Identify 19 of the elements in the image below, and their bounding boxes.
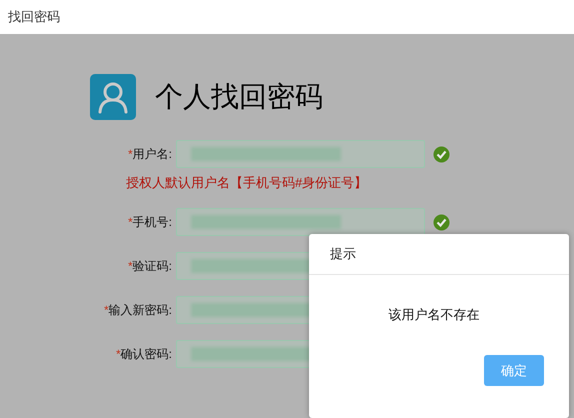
input-field[interactable] — [176, 208, 425, 236]
page-heading: 个人找回密码 — [155, 80, 323, 114]
input-field[interactable] — [176, 140, 425, 168]
required-mark: * — [128, 258, 133, 272]
required-mark: * — [116, 346, 121, 360]
field-label: 用户名: — [132, 146, 172, 160]
required-mark: * — [128, 214, 133, 228]
hint-text: 授权人默认用户名【手机号码#身份证号】 — [125, 174, 368, 192]
field-label: 手机号: — [132, 214, 172, 228]
field-label: 验证码: — [132, 258, 172, 272]
required-mark: * — [128, 146, 133, 160]
field-label: 确认密码: — [120, 346, 172, 360]
field-label: 输入新密码: — [108, 302, 172, 316]
dialog-title: 提示 — [330, 245, 356, 263]
required-mark: * — [104, 302, 109, 316]
confirm-button[interactable]: 确定 — [484, 355, 544, 386]
window-title: 找回密码 — [8, 8, 60, 26]
dialog-message: 该用户名不存在 — [388, 306, 480, 324]
user-icon — [90, 74, 136, 120]
